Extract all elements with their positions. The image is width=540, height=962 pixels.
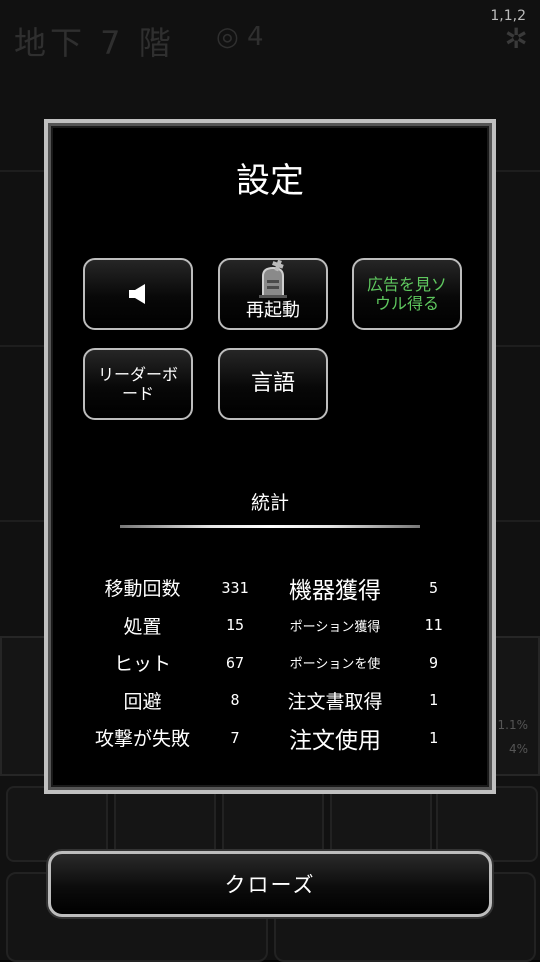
stats-row: ヒット 67 ポーションを使 9 bbox=[80, 644, 462, 682]
stat-value: 9 bbox=[428, 653, 439, 672]
stat-value: 7 bbox=[230, 728, 240, 747]
stats-table: 移動回数 331 機器獲得 5 処置 15 ポーション獲得 11 ヒット 67 … bbox=[80, 569, 462, 757]
stat-value: 8 bbox=[230, 691, 240, 710]
status-panel-left bbox=[0, 636, 48, 776]
watch-ad-label: 広告を見ソウル得る bbox=[366, 274, 447, 313]
language-button[interactable]: 言語 bbox=[218, 348, 328, 420]
stat-percent: 4% bbox=[508, 742, 528, 756]
stat-value: 1 bbox=[428, 728, 439, 747]
stat-value: 5 bbox=[428, 578, 439, 597]
soul-counter: ◎ 4 bbox=[216, 22, 264, 52]
stat-label: 注文書取得 bbox=[287, 690, 383, 713]
language-label: 言語 bbox=[250, 370, 295, 396]
sound-toggle-button[interactable] bbox=[83, 258, 193, 330]
stat-label: 攻撃が失敗 bbox=[94, 728, 190, 751]
settings-dialog: 設定 再起動 広告を見ソウル得る リーダーボード 言語 統計 移動回数 331 bbox=[44, 119, 496, 794]
floor-title: 地下 7 階 bbox=[14, 24, 175, 62]
watch-ad-button[interactable]: 広告を見ソウル得る bbox=[352, 258, 462, 330]
restart-label: 再起動 bbox=[246, 300, 300, 322]
soul-count: 4 bbox=[246, 22, 264, 52]
stats-row: 回避 8 注文書取得 1 bbox=[80, 682, 462, 720]
speaker-icon bbox=[129, 284, 145, 304]
stat-label: 回避 bbox=[123, 690, 162, 713]
stat-label: ポーションを使 bbox=[289, 657, 381, 673]
close-label: クローズ bbox=[224, 873, 316, 897]
dialog-title: 設定 bbox=[236, 161, 304, 201]
stat-value: 11 bbox=[424, 616, 443, 635]
stats-divider bbox=[120, 525, 420, 528]
stats-row: 処置 15 ポーション獲得 11 bbox=[80, 607, 462, 645]
stat-value: 67 bbox=[225, 653, 245, 672]
stat-percent: 1.1% bbox=[497, 718, 529, 732]
stats-row: 移動回数 331 機器獲得 5 bbox=[80, 569, 462, 607]
leaderboard-button[interactable]: リーダーボード bbox=[83, 348, 193, 420]
leaderboard-label: リーダーボード bbox=[97, 364, 178, 403]
stat-value: 15 bbox=[225, 616, 245, 635]
stat-value: 331 bbox=[221, 578, 249, 597]
gear-icon[interactable]: ✲ bbox=[505, 22, 528, 55]
stat-label: 機器獲得 bbox=[289, 577, 381, 604]
stat-label: 注文使用 bbox=[289, 727, 381, 754]
close-button[interactable]: クローズ bbox=[48, 851, 492, 917]
stat-label: ポーション獲得 bbox=[289, 619, 381, 635]
stat-value: 1 bbox=[428, 691, 439, 710]
stats-title: 統計 bbox=[250, 492, 289, 514]
stat-label: 移動回数 bbox=[104, 578, 181, 601]
stats-row: 攻撃が失敗 7 注文使用 1 bbox=[80, 719, 462, 757]
stat-label: 処置 bbox=[123, 615, 162, 638]
stat-label: ヒット bbox=[113, 653, 171, 676]
restart-button[interactable]: 再起動 bbox=[218, 258, 328, 330]
tombstone-icon bbox=[259, 260, 287, 299]
soul-icon: ◎ bbox=[216, 22, 239, 52]
